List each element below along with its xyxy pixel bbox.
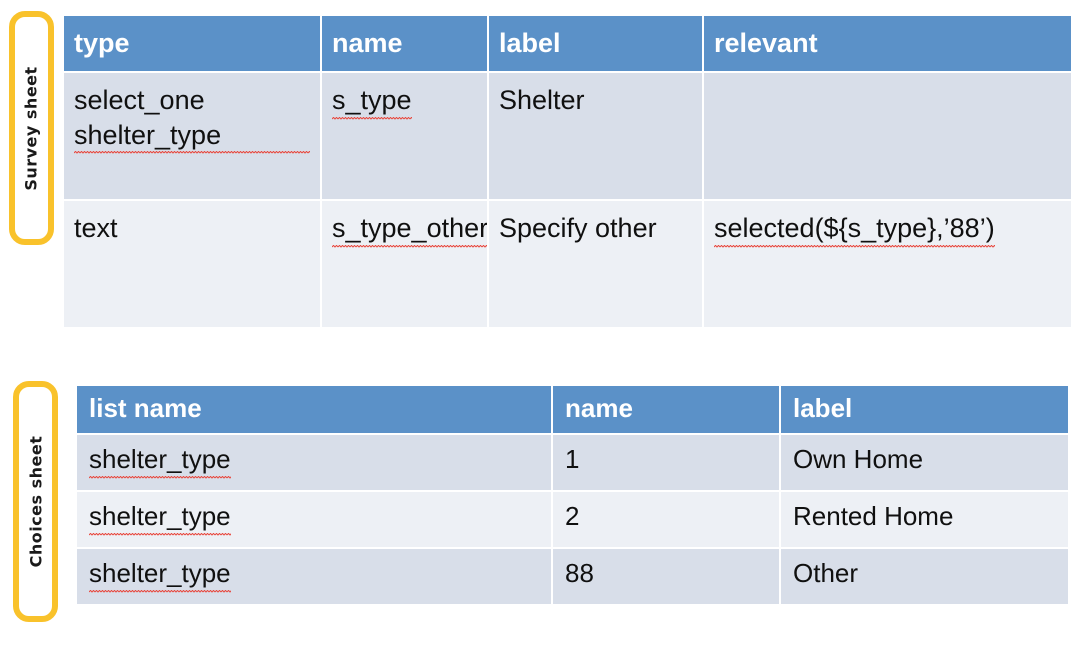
survey-column-header-relevant: relevant [704, 16, 1071, 72]
choices-header-row: list name name label [77, 386, 1068, 434]
survey-sheet-tag: Survey sheet [9, 11, 54, 245]
table-row: shelter_type 2 Rented Home [77, 492, 1068, 548]
survey-cell-name: s_type [322, 73, 487, 200]
survey-column-header-label: label [489, 16, 702, 72]
choices-sheet-table: list name name label shelter_type 1 Own … [75, 384, 1070, 607]
survey-cell-name-text: s_type [332, 83, 412, 121]
survey-column-header-name: name [322, 16, 487, 72]
choices-column-header-list-name: list name [77, 386, 551, 434]
survey-cell-relevant: selected(${s_type},’88’) [704, 201, 1071, 328]
table-row: shelter_type 1 Own Home [77, 435, 1068, 491]
survey-column-header-type: type [64, 16, 320, 72]
choices-cell-list-name: shelter_type [77, 435, 551, 491]
survey-cell-relevant [704, 73, 1071, 200]
survey-cell-name-text: s_type_other [332, 211, 487, 249]
choices-cell-label: Other [781, 549, 1068, 605]
choices-cell-label: Rented Home [781, 492, 1068, 548]
survey-cell-label: Shelter [489, 73, 702, 200]
table-row: select_one shelter_type s_type Shelter [64, 73, 1071, 200]
choices-cell-list-name-text: shelter_type [89, 443, 231, 480]
survey-cell-relevant-text: selected(${s_type},’88’) [714, 211, 995, 249]
survey-sheet-table: type name label relevant select_one shel… [62, 14, 1073, 330]
choices-sheet-tag-label: Choices sheet [26, 435, 45, 568]
choices-cell-list-name-text: shelter_type [89, 500, 231, 537]
survey-cell-type: text [64, 201, 320, 328]
choices-column-header-label: label [781, 386, 1068, 434]
survey-header-row: type name label relevant [64, 16, 1071, 72]
survey-cell-name: s_type_other [322, 201, 487, 328]
choices-cell-name: 2 [553, 492, 779, 548]
choices-cell-name: 88 [553, 549, 779, 605]
table-row: text s_type_other Specify other selected… [64, 201, 1071, 328]
survey-cell-type: select_one shelter_type [64, 73, 320, 200]
choices-cell-list-name: shelter_type [77, 492, 551, 548]
survey-cell-label: Specify other [489, 201, 702, 328]
choices-column-header-name: name [553, 386, 779, 434]
choices-cell-name: 1 [553, 435, 779, 491]
survey-cell-type-text: select_one shelter_type [74, 83, 310, 156]
table-row: shelter_type 88 Other [77, 549, 1068, 605]
choices-cell-label: Own Home [781, 435, 1068, 491]
choices-cell-list-name: shelter_type [77, 549, 551, 605]
choices-sheet-tag: Choices sheet [13, 381, 58, 622]
survey-sheet-tag-label: Survey sheet [22, 65, 42, 191]
choices-cell-list-name-text: shelter_type [89, 557, 231, 594]
